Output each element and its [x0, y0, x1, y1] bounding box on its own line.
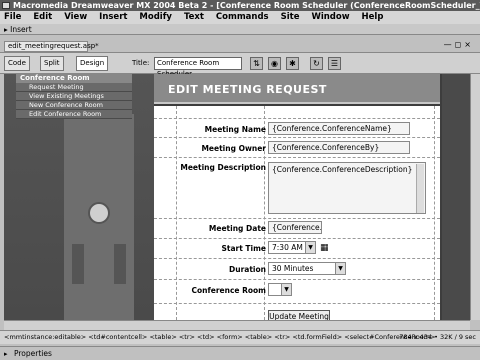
design-view-button[interactable]: Design: [76, 56, 109, 71]
insert-bar-label: Insert: [10, 25, 32, 34]
code-view-button[interactable]: Code: [4, 56, 30, 71]
menu-help[interactable]: Help: [362, 12, 384, 22]
duration-label: Duration: [229, 265, 266, 274]
refresh-icon[interactable]: ↻: [310, 57, 323, 70]
menu-bar: File Edit View Insert Modify Text Comman…: [0, 11, 480, 24]
duration-value: 30 Minutes: [272, 264, 314, 273]
design-view-label: Design: [80, 59, 105, 67]
chevron-down-icon: ▼: [305, 242, 315, 253]
start-time-label: Start Time: [221, 244, 266, 253]
conference-room-select[interactable]: ▼: [268, 283, 292, 296]
view-options-icon[interactable]: ☰: [328, 57, 341, 70]
debug-icon[interactable]: ✱: [286, 57, 299, 70]
properties-panel[interactable]: ▸ Properties: [0, 346, 480, 360]
nav-item-new-room[interactable]: New Conference Room: [16, 101, 132, 110]
meeting-name-label: Meeting Name: [204, 125, 266, 134]
title-label: Title:: [132, 59, 150, 67]
window-title: Macromedia Dreamweaver MX 2004 Beta 2 - …: [13, 1, 480, 10]
chevron-down-icon: ▼: [335, 263, 345, 274]
file-management-icon[interactable]: ⇅: [250, 57, 263, 70]
meeting-description-textarea[interactable]: {Conference.ConferenceDescription}: [268, 162, 426, 214]
update-meeting-button[interactable]: Update Meeting: [268, 310, 330, 320]
document-window-controls[interactable]: —◻×: [444, 40, 474, 49]
menu-file[interactable]: File: [4, 12, 21, 22]
duration-select[interactable]: 30 Minutes ▼: [268, 262, 346, 275]
page-right-margin: [442, 74, 470, 320]
split-view-label: Split: [44, 59, 60, 67]
meeting-owner-field[interactable]: {Conference.ConferenceBy}: [268, 141, 410, 154]
start-time-value: 7:30 AM: [272, 243, 303, 252]
tag-path[interactable]: <mmtinstance:editable> <td#contentcell> …: [4, 333, 436, 341]
meeting-name-field[interactable]: {Conference.ConferenceName}: [268, 122, 410, 135]
meeting-description-label: Meeting Description: [180, 163, 266, 172]
window-titlebar: Macromedia Dreamweaver MX 2004 Beta 2 - …: [0, 0, 480, 11]
menu-modify[interactable]: Modify: [139, 12, 172, 22]
conference-room-label: Conference Room: [191, 286, 266, 295]
start-time-select[interactable]: 7:30 AM ▼: [268, 241, 316, 254]
nav-item-edit-room[interactable]: Edit Conference Room: [16, 110, 132, 119]
page-header: EDIT MEETING REQUEST: [154, 74, 440, 104]
preview-browser-icon[interactable]: ◉: [268, 57, 281, 70]
menu-text[interactable]: Text: [184, 12, 204, 22]
meeting-owner-label: Meeting Owner: [201, 144, 266, 153]
page-heading: EDIT MEETING REQUEST: [168, 83, 327, 96]
meeting-description-value: {Conference.ConferenceDescription}: [272, 165, 413, 174]
properties-label: Properties: [14, 349, 52, 358]
page-size-info: 784 x 434 • 32K / 9 sec: [399, 333, 476, 341]
menu-site[interactable]: Site: [281, 12, 300, 22]
split-view-button[interactable]: Split: [40, 56, 64, 71]
page-title-input[interactable]: Conference Room Scheduler: [154, 57, 242, 78]
nav-header: Conference Room: [16, 74, 132, 83]
horizontal-scrollbar[interactable]: [4, 320, 470, 330]
meeting-date-label: Meeting Date: [208, 224, 266, 233]
code-view-label: Code: [8, 59, 26, 67]
expand-arrow-icon: ▸: [4, 350, 8, 358]
design-view-canvas[interactable]: Conference Room Request Meeting View Exi…: [4, 74, 470, 320]
edit-meeting-form: Meeting Name {Conference.ConferenceName}…: [154, 106, 440, 320]
insert-bar[interactable]: ▸ Insert: [0, 24, 480, 35]
clock-face-icon: [88, 202, 110, 224]
nav-item-request-meeting[interactable]: Request Meeting: [16, 83, 132, 92]
chevron-down-icon: ▼: [281, 284, 291, 295]
conference-room-nav: Conference Room Request Meeting View Exi…: [16, 74, 132, 119]
nav-item-view-meetings[interactable]: View Existing Meetings: [16, 92, 132, 101]
textarea-scrollbar[interactable]: [416, 164, 424, 213]
meeting-date-field[interactable]: {Conference.S: [268, 221, 322, 234]
calendar-icon[interactable]: ▦: [320, 243, 329, 253]
document-tab[interactable]: edit_meetingrequest.asp*: [4, 41, 99, 52]
menu-view[interactable]: View: [64, 12, 87, 22]
menu-insert[interactable]: Insert: [99, 12, 127, 22]
document-toolbar: Code Split Design Title: Conference Room…: [0, 52, 480, 78]
menu-window[interactable]: Window: [311, 12, 349, 22]
app-icon: [2, 2, 10, 9]
vertical-scrollbar[interactable]: [470, 74, 480, 320]
tag-selector-status-bar: <mmtinstance:editable> <td#contentcell> …: [0, 330, 480, 344]
menu-commands[interactable]: Commands: [216, 12, 269, 22]
menu-edit[interactable]: Edit: [33, 12, 52, 22]
